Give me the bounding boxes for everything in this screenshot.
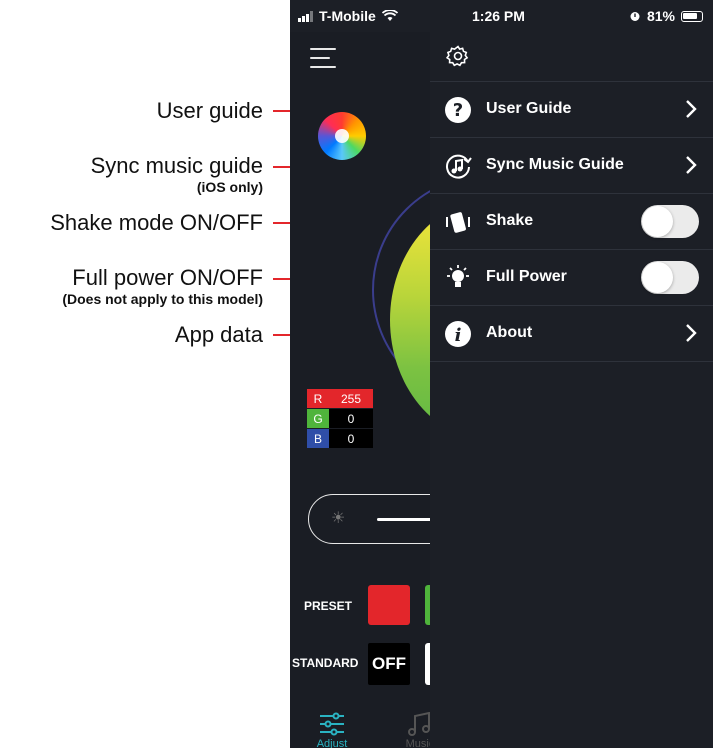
preset-label: PRESET xyxy=(304,599,353,613)
annotation-app-data: App data xyxy=(175,324,263,346)
tab-adjust[interactable]: Adjust xyxy=(310,712,354,748)
chevron-right-icon xyxy=(686,156,697,174)
annotation-sync-music-guide: Sync music guide (iOS only) xyxy=(90,153,263,195)
info-circle-icon: i xyxy=(445,321,471,347)
annotation-shake-mode: Shake mode ON/OFF xyxy=(50,212,263,234)
menu-item-user-guide[interactable]: ? User Guide xyxy=(430,82,713,137)
carrier-name: T-Mobile xyxy=(319,8,376,24)
question-circle-icon: ? xyxy=(445,97,471,123)
rgb-b-value[interactable]: 0 xyxy=(329,429,373,448)
music-sync-icon xyxy=(446,154,472,179)
menu-item-about[interactable]: i About xyxy=(430,306,713,361)
annotation-title: Sync music guide xyxy=(90,153,263,178)
chevron-right-icon xyxy=(686,100,697,118)
rgb-g-value[interactable]: 0 xyxy=(329,409,373,428)
rgb-readout: R 255 G0 B0 xyxy=(307,389,373,449)
status-bar: T-Mobile 1:26 PM 81% xyxy=(290,0,713,32)
annotation-title: Shake mode ON/OFF xyxy=(50,210,263,235)
phone-screen: T-Mobile 1:26 PM 81% R 255 G0 B0 ☀ PRESET… xyxy=(290,0,713,748)
annotation-subtitle: (iOS only) xyxy=(196,179,263,195)
menu-item-label: Shake xyxy=(486,212,534,229)
chevron-right-icon xyxy=(686,324,697,342)
menu-item-full-power: Full Power xyxy=(430,250,713,305)
brightness-icon: ☀ xyxy=(331,510,346,527)
alarm-icon xyxy=(630,12,640,21)
full-power-toggle[interactable] xyxy=(641,261,699,294)
menu-item-sync-music-guide[interactable]: Sync Music Guide xyxy=(430,138,713,193)
wifi-icon xyxy=(381,10,398,21)
menu-item-label: About xyxy=(486,324,533,341)
svg-text:?: ? xyxy=(453,100,463,121)
menu-item-label: Sync Music Guide xyxy=(486,156,624,173)
annotation-title: Full power ON/OFF xyxy=(72,265,263,290)
annotation-title: App data xyxy=(174,322,263,347)
shake-phone-icon xyxy=(446,212,470,233)
annotation-user-guide: User guide xyxy=(157,100,263,122)
menu-icon[interactable] xyxy=(310,48,336,75)
menu-item-label: Full Power xyxy=(486,268,567,285)
standard-label: STANDARD xyxy=(292,656,359,670)
svg-text:i: i xyxy=(455,325,462,346)
rgb-g-label: G xyxy=(307,409,329,428)
color-wheel-icon[interactable] xyxy=(318,112,366,160)
lightbulb-icon xyxy=(447,265,469,287)
annotation-full-power: Full power ON/OFF (Does not apply to thi… xyxy=(62,265,263,307)
annotation-subtitle: (Does not apply to this model) xyxy=(62,291,263,307)
battery-percent: 81% xyxy=(646,8,675,24)
gear-icon[interactable] xyxy=(446,44,470,68)
menu-item-label: User Guide xyxy=(486,100,572,117)
preset-red-swatch[interactable] xyxy=(368,585,410,625)
rgb-r-value[interactable]: 255 xyxy=(329,389,373,408)
tab-adjust-label: Adjust xyxy=(316,738,348,748)
clock: 1:26 PM xyxy=(472,8,525,24)
rgb-b-label: B xyxy=(307,429,329,448)
off-button[interactable]: OFF xyxy=(368,643,410,685)
sliders-icon xyxy=(320,712,344,736)
side-drawer: ? User Guide Sync Music Guide Shake Full… xyxy=(430,32,713,748)
battery-icon xyxy=(681,10,703,22)
signal-icon xyxy=(298,10,313,22)
rgb-r-label: R xyxy=(307,389,329,408)
annotation-title: User guide xyxy=(156,98,263,123)
menu-item-shake: Shake xyxy=(430,194,713,249)
divider xyxy=(430,361,713,362)
shake-toggle[interactable] xyxy=(641,205,699,238)
